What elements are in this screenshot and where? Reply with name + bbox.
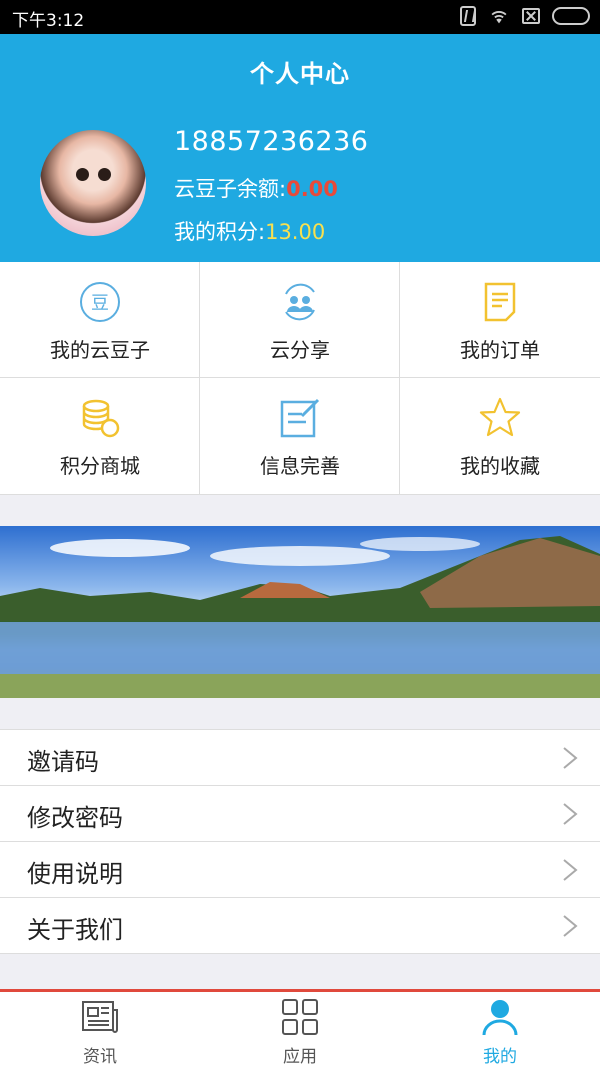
battery-icon <box>552 7 590 25</box>
grid-item-my-beans[interactable]: 豆 我的云豆子 <box>0 262 200 378</box>
user-points: 我的积分:13.00 <box>174 216 325 246</box>
order-document-icon <box>484 282 516 322</box>
grid-item-label: 信息完善 <box>260 454 340 478</box>
chevron-right-icon <box>563 803 578 825</box>
avatar-eye-left <box>76 168 89 181</box>
menu-item-invite-code[interactable]: 邀请码 <box>0 730 600 786</box>
tab-news[interactable]: 资讯 <box>0 992 200 1067</box>
bottom-tab-bar: 资讯 应用 我的 <box>0 989 600 1067</box>
grid-item-label: 我的订单 <box>460 338 540 362</box>
menu-item-label: 邀请码 <box>27 748 99 776</box>
nfc-icon <box>460 6 476 26</box>
tab-mine[interactable]: 我的 <box>400 992 600 1067</box>
avatar-eye-right <box>98 168 111 181</box>
menu-item-label: 修改密码 <box>27 804 123 832</box>
bean-coin-icon: 豆 <box>80 282 120 322</box>
promo-banner[interactable] <box>0 526 600 698</box>
banner-landscape-image <box>0 536 600 698</box>
tab-label: 应用 <box>283 1047 317 1067</box>
status-bar: 下午3:12 <box>0 0 600 34</box>
user-icon <box>482 1000 518 1036</box>
grid-item-my-favorites[interactable]: 我的收藏 <box>400 378 600 494</box>
function-grid: 豆 我的云豆子 云分享 我的订单 积分商城 信息完善 我的收藏 <box>0 262 600 495</box>
profile-header: 个人中心 18857236236 云豆子余额:0.00 我的积分:13.00 <box>0 34 600 262</box>
bean-balance-value: 0.00 <box>286 177 338 201</box>
system-icons <box>460 5 590 27</box>
menu-item-instructions[interactable]: 使用说明 <box>0 842 600 898</box>
star-icon <box>479 397 521 437</box>
grid-item-label: 我的收藏 <box>460 454 540 478</box>
grid-item-label: 我的云豆子 <box>50 338 150 362</box>
sim-off-icon <box>522 8 540 24</box>
menu-item-label: 关于我们 <box>27 916 123 944</box>
user-points-value: 13.00 <box>265 220 326 244</box>
page-title: 个人中心 <box>250 60 350 88</box>
svg-text:豆: 豆 <box>91 293 109 314</box>
share-users-icon <box>285 283 315 321</box>
tab-label: 我的 <box>483 1047 517 1067</box>
news-icon <box>82 1001 118 1033</box>
coin-stack-icon <box>82 399 120 438</box>
chevron-right-icon <box>563 915 578 937</box>
tab-apps[interactable]: 应用 <box>200 992 400 1067</box>
menu-item-change-password[interactable]: 修改密码 <box>0 786 600 842</box>
tab-label: 资讯 <box>83 1047 117 1067</box>
grid-item-info-completion[interactable]: 信息完善 <box>200 378 400 494</box>
apps-grid-icon <box>282 999 318 1035</box>
grid-item-cloud-share[interactable]: 云分享 <box>200 262 400 378</box>
avatar[interactable] <box>40 130 146 236</box>
grid-item-label: 云分享 <box>270 338 330 362</box>
user-phone: 18857236236 <box>174 126 369 157</box>
menu-item-label: 使用说明 <box>27 860 123 888</box>
user-points-label: 我的积分: <box>174 220 266 244</box>
edit-form-icon <box>280 398 320 438</box>
bean-balance-label: 云豆子余额: <box>174 177 287 201</box>
chevron-right-icon <box>563 747 578 769</box>
menu-item-about-us[interactable]: 关于我们 <box>0 898 600 954</box>
grid-item-points-mall[interactable]: 积分商城 <box>0 378 200 494</box>
grid-item-my-orders[interactable]: 我的订单 <box>400 262 600 378</box>
grid-item-label: 积分商城 <box>60 454 140 478</box>
settings-menu: 邀请码 修改密码 使用说明 关于我们 <box>0 729 600 954</box>
wifi-icon <box>491 11 507 24</box>
chevron-right-icon <box>563 859 578 881</box>
bean-balance: 云豆子余额:0.00 <box>174 173 338 203</box>
status-time: 下午3:12 <box>12 11 85 31</box>
